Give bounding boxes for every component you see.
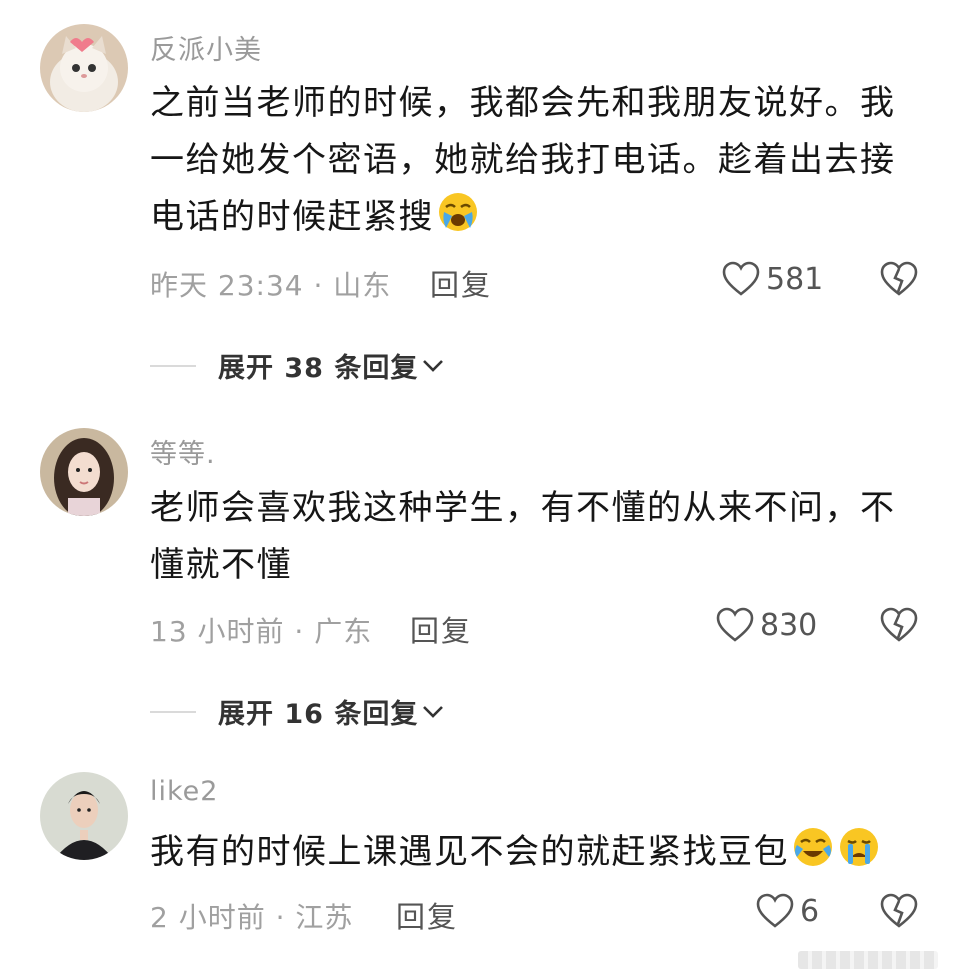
reply-button[interactable]: 回复 <box>410 608 472 650</box>
chevron-down-icon <box>423 705 444 718</box>
cat-avatar-image <box>40 24 128 112</box>
cry-laugh-emoji <box>794 828 832 866</box>
like-count: 581 <box>766 261 824 297</box>
cry-face-emoji <box>439 193 477 231</box>
heart-outline-icon <box>756 893 794 928</box>
comment-text-body: 之前当老师的时候，我都会先和我朋友说好。我一给她发个密语，她就给我打电话。趁着出… <box>150 83 896 237</box>
man-avatar-image <box>40 772 128 860</box>
broken-heart-icon <box>880 607 918 642</box>
heart-outline-icon <box>716 607 754 642</box>
like-button[interactable]: 830 <box>716 607 817 643</box>
comment-text: 老师会喜欢我这种学生，有不懂的从来不问，不懂就不懂 <box>150 480 920 594</box>
dislike-button[interactable] <box>880 261 918 297</box>
comment-text-body: 老师会喜欢我这种学生，有不懂的从来不问，不懂就不懂 <box>150 488 896 585</box>
heart-outline-icon <box>722 261 760 296</box>
watermark <box>798 951 938 969</box>
avatar[interactable] <box>40 428 128 516</box>
comment-meta: 2 小时前 · 江苏 <box>150 901 354 934</box>
reply-button[interactable]: 回复 <box>396 894 458 936</box>
expand-replies-label: 展开 38 条回复 <box>218 353 419 384</box>
comment-text: 我有的时候上课遇见不会的就赶紧找豆包 <box>150 824 920 881</box>
expand-replies-button[interactable]: 展开 16 条回复 <box>150 692 444 731</box>
avatar[interactable] <box>40 24 128 112</box>
dislike-button[interactable] <box>880 893 918 929</box>
comment-meta: 昨天 23:34 · 山东 <box>150 269 392 302</box>
chevron-down-icon <box>423 359 444 372</box>
reply-button[interactable]: 回复 <box>430 262 492 304</box>
comment-meta: 13 小时前 · 广东 <box>150 615 373 648</box>
divider-line <box>150 710 196 713</box>
girl-avatar-image <box>40 428 128 516</box>
crying-emoji <box>840 828 878 866</box>
dislike-button[interactable] <box>880 607 918 643</box>
expand-replies-button[interactable]: 展开 38 条回复 <box>150 346 444 385</box>
username[interactable]: like2 <box>150 776 218 807</box>
divider-line <box>150 364 196 367</box>
broken-heart-icon <box>880 893 918 928</box>
like-count: 830 <box>760 607 818 643</box>
like-button[interactable]: 581 <box>722 261 823 297</box>
like-button[interactable]: 6 <box>756 893 819 929</box>
expand-replies-label: 展开 16 条回复 <box>218 699 419 730</box>
avatar[interactable] <box>40 772 128 860</box>
username[interactable]: 等等. <box>150 432 216 471</box>
comment-text: 之前当老师的时候，我都会先和我朋友说好。我一给她发个密语，她就给我打电话。趁着出… <box>150 75 920 246</box>
comment-text-body: 我有的时候上课遇见不会的就赶紧找豆包 <box>150 832 789 872</box>
broken-heart-icon <box>880 261 918 296</box>
like-count: 6 <box>800 893 820 929</box>
username[interactable]: 反派小美 <box>150 28 262 67</box>
